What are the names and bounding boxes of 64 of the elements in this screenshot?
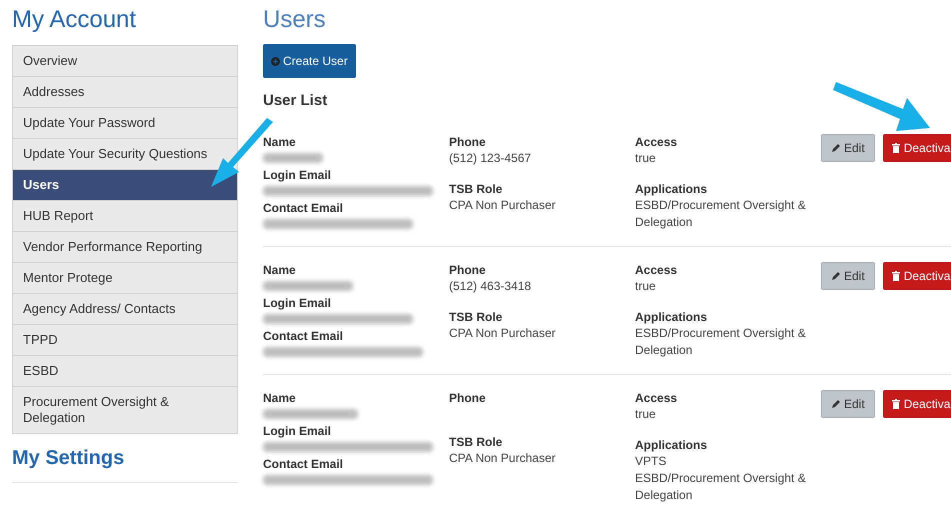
field-value: true [635, 150, 656, 167]
field-label: Name [263, 134, 296, 150]
sidebar-item[interactable]: Addresses [12, 77, 238, 108]
sidebar-item[interactable]: Vendor Performance Reporting [12, 232, 238, 263]
deactivate-button[interactable]: Deactiva [882, 134, 951, 162]
sidebar-item[interactable]: Update Your Password [12, 108, 238, 139]
field-label: Login Email [263, 295, 332, 311]
field-label: Name [263, 262, 296, 278]
deactivate-button[interactable]: Deactiva [882, 390, 951, 418]
trash-icon [892, 399, 900, 409]
field-value: CPA Non Purchaser [449, 325, 556, 342]
deactivate-button[interactable]: Deactiva [882, 262, 951, 290]
section-heading: User List [263, 92, 328, 110]
sidebar-item[interactable]: Update Your Security Questions [12, 139, 238, 170]
field-label: Login Email [263, 423, 332, 439]
field-label: Login Email [263, 167, 332, 183]
field-value: ESBD/Procurement Oversight & Delegation [635, 197, 807, 231]
field-label: Access [635, 262, 678, 278]
sidebar-item[interactable]: HUB Report [12, 201, 238, 232]
blurred-text [263, 153, 323, 163]
field-value: CPA Non Purchaser [449, 450, 556, 467]
settings-heading: My Settings [12, 446, 238, 483]
field-label: Applications [635, 181, 708, 197]
pencil-icon [831, 271, 841, 281]
page-title: Users [263, 5, 327, 35]
field-value: true [635, 406, 656, 423]
field-value: true [635, 278, 656, 295]
sidebar-item[interactable]: Overview [12, 45, 238, 77]
field-label: Access [635, 390, 678, 406]
edit-button[interactable]: Edit [821, 134, 875, 162]
field-label: Contact Email [263, 328, 344, 344]
field-value: ESBD/Procurement Oversight & Delegation [635, 325, 807, 359]
field-label: Access [635, 134, 678, 150]
sidebar-item[interactable]: ESBD [12, 356, 238, 387]
field-value: (512) 463-3418 [449, 278, 532, 295]
field-value: VPTS [635, 453, 666, 470]
sidebar-item[interactable]: Users [12, 170, 238, 201]
field-value: ESBD/Procurement Oversight & Delegation [635, 470, 807, 504]
field-label: Name [263, 390, 296, 406]
edit-button[interactable]: Edit [821, 262, 875, 290]
field-label: Contact Email [263, 456, 344, 472]
field-label: Applications [635, 309, 708, 325]
field-label: Contact Email [263, 200, 344, 216]
field-label: Phone [449, 262, 486, 278]
field-value: (512) 123-4567 [449, 150, 532, 167]
pencil-icon [831, 143, 841, 153]
field-value: CPA Non Purchaser [449, 197, 556, 214]
field-label: TSB Role [449, 181, 502, 197]
pencil-icon [831, 399, 841, 409]
sidebar-heading: My Account [12, 5, 138, 35]
field-label: Applications [635, 437, 708, 453]
sidebar-item[interactable]: Agency Address/ Contacts [12, 294, 238, 325]
create-user-button[interactable]: Create User [263, 44, 356, 78]
plus-circle-icon [271, 56, 280, 66]
field-label: TSB Role [449, 434, 502, 450]
sidebar-item[interactable]: Procurement Oversight & Delegation [12, 387, 238, 434]
edit-button[interactable]: Edit [821, 390, 875, 418]
field-label: TSB Role [449, 309, 502, 325]
sidebar-item[interactable]: Mentor Protege [12, 263, 238, 294]
sidebar-item[interactable]: TPPD [12, 325, 238, 356]
trash-icon [892, 143, 900, 153]
field-label: Phone [449, 390, 486, 406]
trash-icon [892, 271, 900, 281]
field-label: Phone [449, 134, 486, 150]
